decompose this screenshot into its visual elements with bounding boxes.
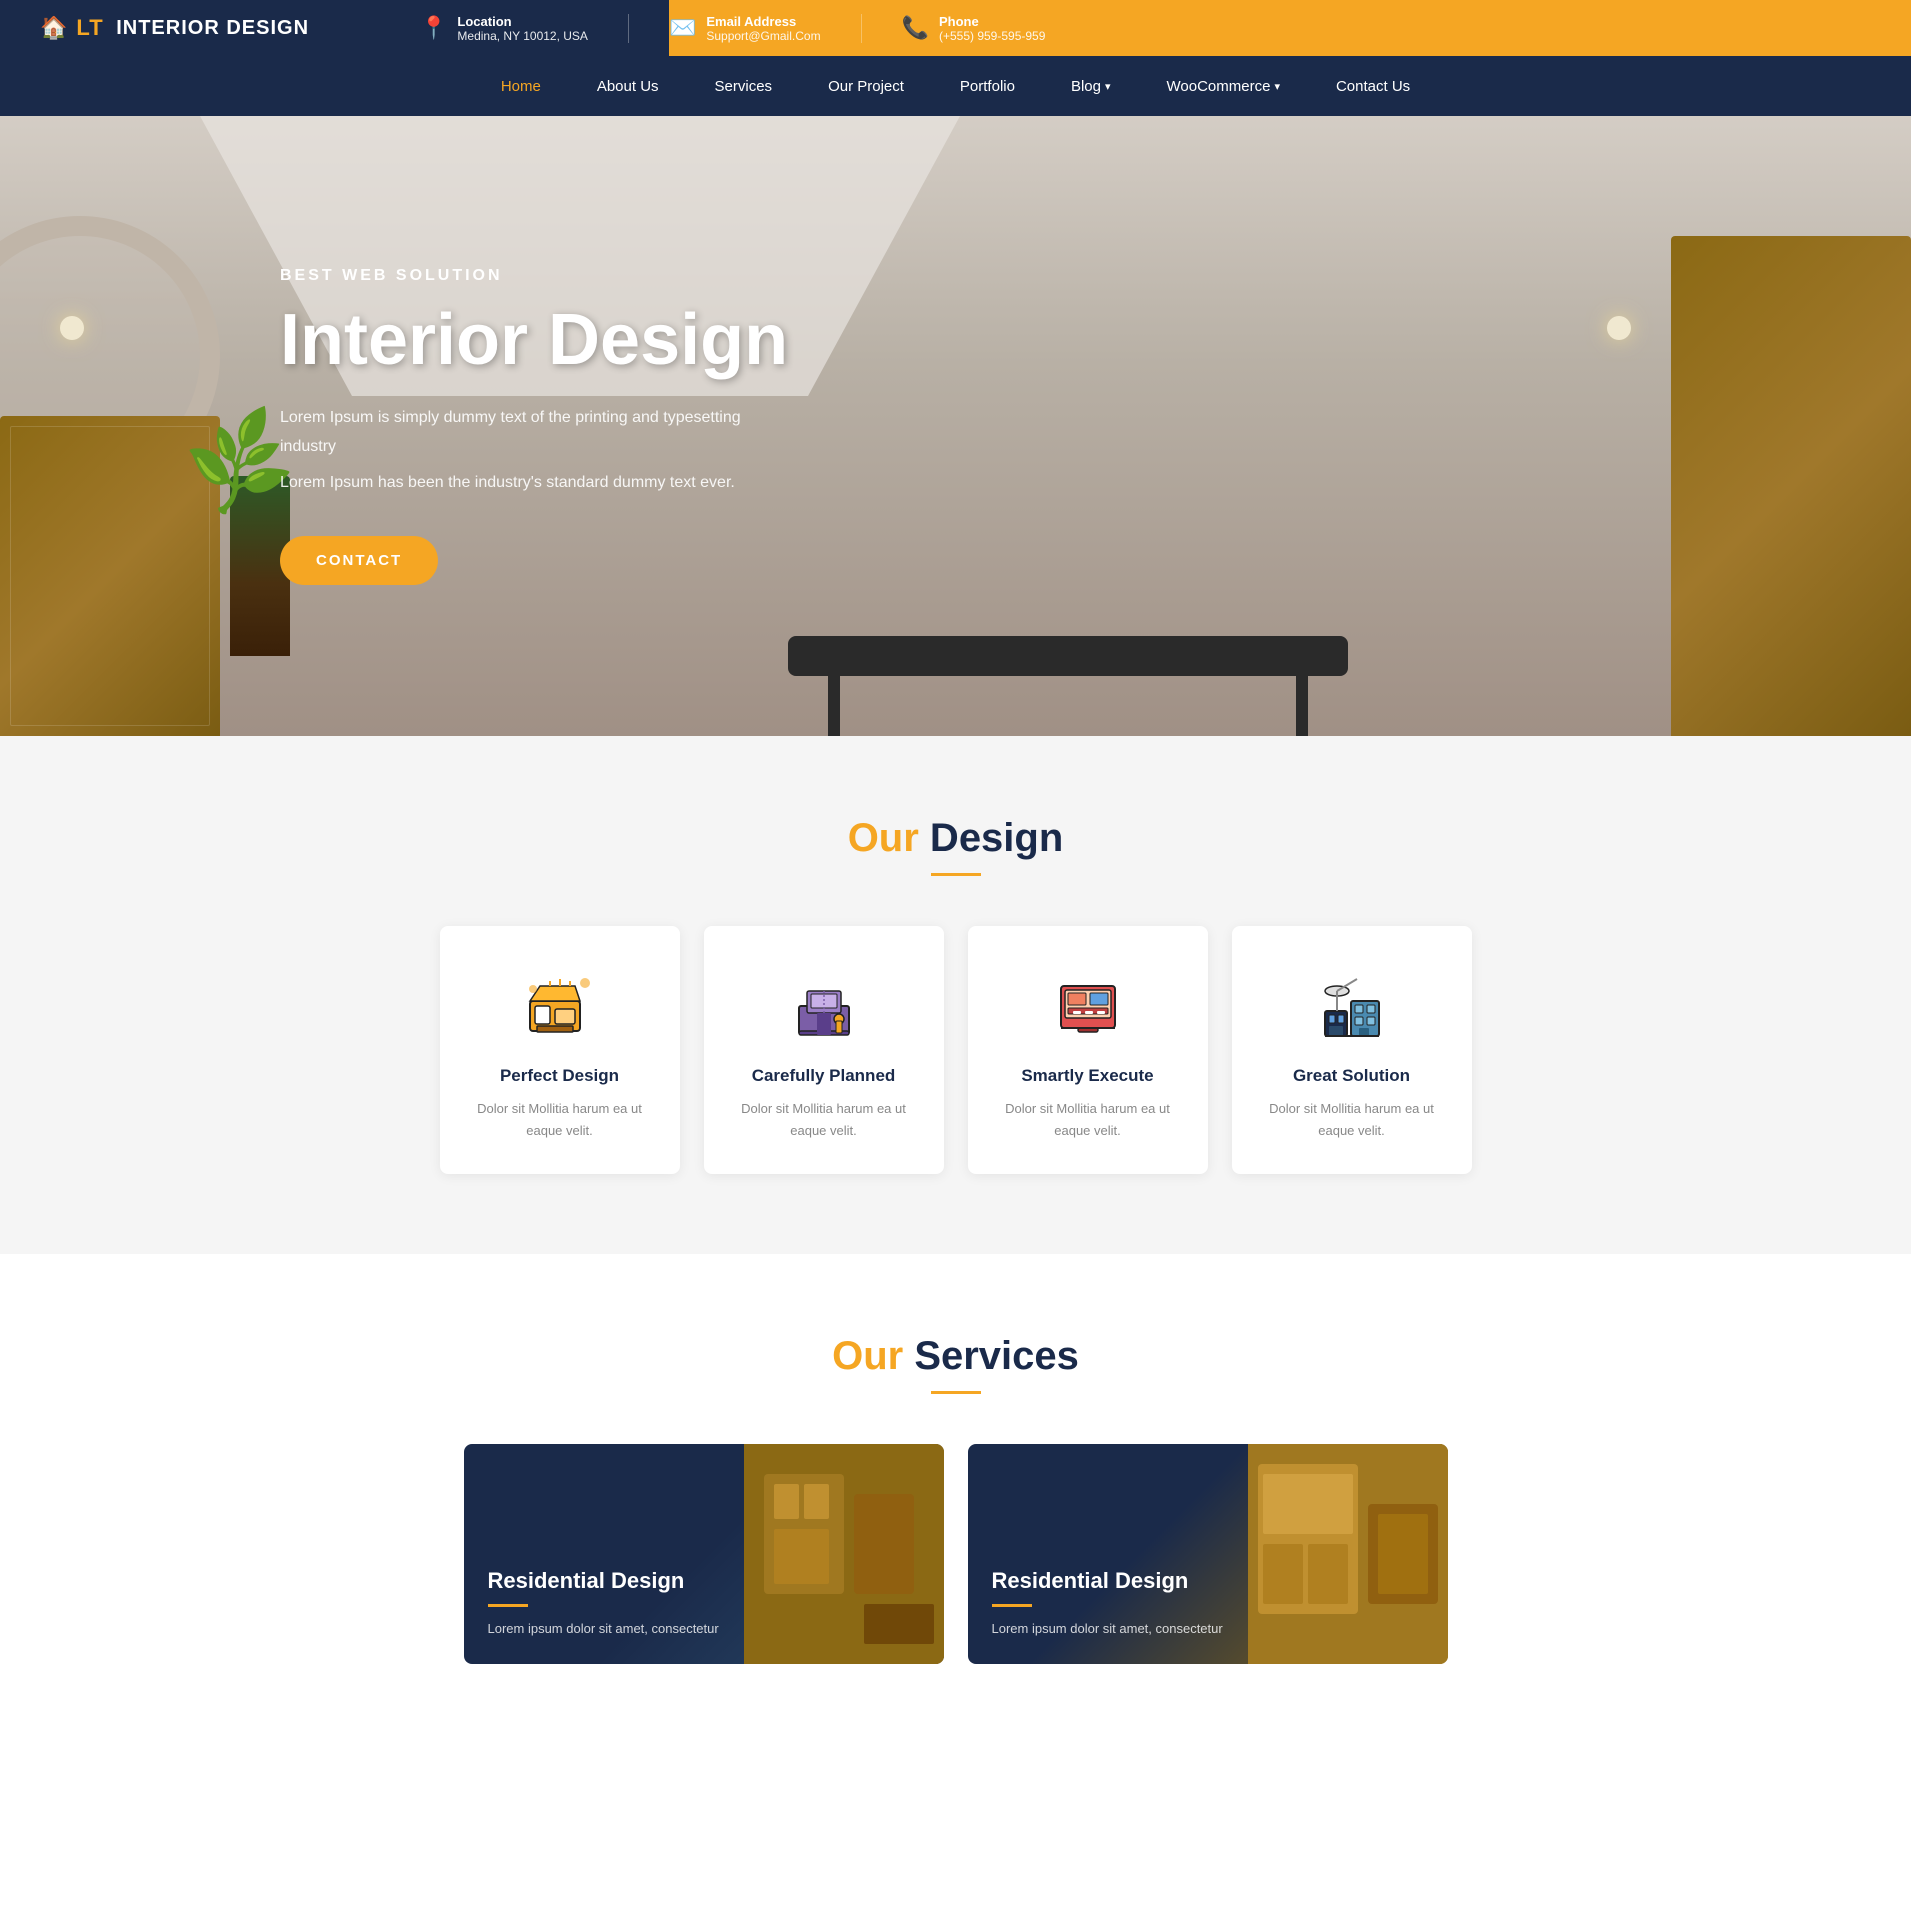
nav-about[interactable]: About Us: [569, 56, 687, 116]
service-card-2-image: [1248, 1444, 1448, 1664]
nav-portfolio-label: Portfolio: [960, 78, 1015, 95]
execute-design-desc: Dolor sit Mollitia harum ea ut eaque vel…: [992, 1098, 1184, 1142]
contact-button[interactable]: CONTACT: [280, 536, 438, 585]
phone-text: Phone (+555) 959-595-959: [939, 14, 1045, 43]
hero-table: [788, 636, 1348, 676]
hero-content: BEST WEB SOLUTION Interior Design Lorem …: [0, 267, 800, 586]
services-title-our: Our: [832, 1334, 903, 1378]
perfect-design-title: Perfect Design: [464, 1066, 656, 1086]
phone-label: Phone: [939, 14, 1045, 29]
brand-logo[interactable]: 🏠 LT INTERIOR DESIGN: [40, 15, 380, 41]
hero-cabinet-right: [1671, 236, 1911, 736]
hero-title: Interior Design: [280, 301, 800, 380]
location-value: Medina, NY 10012, USA: [457, 29, 588, 43]
phone-info: 📞 Phone (+555) 959-595-959: [862, 14, 1086, 43]
design-card-perfect: Perfect Design Dolor sit Mollitia harum …: [440, 926, 680, 1174]
brand-lt: LT: [76, 15, 103, 41]
service-card-2-content: Residential Design Lorem ipsum dolor sit…: [968, 1544, 1247, 1664]
service-card-1-content: Residential Design Lorem ipsum dolor sit…: [464, 1544, 743, 1664]
nav-about-label: About Us: [597, 78, 659, 95]
brand-name: INTERIOR DESIGN: [116, 17, 309, 40]
services-section-title: Our Services: [40, 1334, 1871, 1379]
nav-project[interactable]: Our Project: [800, 56, 932, 116]
location-info: 📍 Location Medina, NY 10012, USA: [380, 14, 629, 43]
service-card-2[interactable]: Residential Design Lorem ipsum dolor sit…: [968, 1444, 1448, 1664]
location-icon: 📍: [420, 15, 447, 41]
hero-desc1: Lorem Ipsum is simply dummy text of the …: [280, 404, 800, 462]
top-bar: 🏠 LT INTERIOR DESIGN 📍 Location Medina, …: [0, 0, 1911, 56]
services-title-main: Services: [903, 1334, 1079, 1378]
top-bar-info: 📍 Location Medina, NY 10012, USA ✉️ Emai…: [380, 14, 1871, 43]
woocommerce-chevron-icon: ▾: [1274, 80, 1280, 93]
design-cards-container: Perfect Design Dolor sit Mollitia harum …: [406, 926, 1506, 1174]
design-section: Our Design Perfect Design Dolor: [0, 736, 1911, 1254]
email-info: ✉️ Email Address Support@Gmail.Com: [629, 14, 862, 43]
solution-design-icon: [1312, 966, 1392, 1046]
nav-home-label: Home: [501, 78, 541, 95]
design-card-solution: Great Solution Dolor sit Mollitia harum …: [1232, 926, 1472, 1174]
blog-chevron-icon: ▾: [1105, 80, 1111, 93]
service-card-1-underline: [488, 1604, 528, 1607]
perfect-design-desc: Dolor sit Mollitia harum ea ut eaque vel…: [464, 1098, 656, 1142]
nav-blog[interactable]: Blog ▾: [1043, 56, 1139, 116]
email-icon: ✉️: [669, 15, 696, 41]
email-value: Support@Gmail.Com: [706, 29, 820, 43]
service-card-2-underline: [992, 1604, 1032, 1607]
perfect-design-icon: [520, 966, 600, 1046]
nav-portfolio[interactable]: Portfolio: [932, 56, 1043, 116]
design-card-planned: Carefully Planned Dolor sit Mollitia har…: [704, 926, 944, 1174]
services-divider: [931, 1391, 981, 1394]
nav-services-label: Services: [715, 78, 773, 95]
planned-design-icon: [784, 966, 864, 1046]
location-text: Location Medina, NY 10012, USA: [457, 14, 588, 43]
nav-home[interactable]: Home: [473, 56, 569, 116]
phone-value: (+555) 959-595-959: [939, 29, 1045, 43]
planned-design-desc: Dolor sit Mollitia harum ea ut eaque vel…: [728, 1098, 920, 1142]
brand-icon: 🏠: [40, 15, 68, 41]
execute-design-icon: [1048, 966, 1128, 1046]
service-card-1-image: [744, 1444, 944, 1664]
phone-icon: 📞: [902, 15, 929, 41]
service-card-2-desc: Lorem ipsum dolor sit amet, consectetur: [992, 1619, 1223, 1640]
navigation: Home About Us Services Our Project Portf…: [0, 56, 1911, 116]
email-label: Email Address: [706, 14, 820, 29]
nav-woocommerce-label: WooCommerce: [1167, 78, 1271, 95]
service-card-1[interactable]: Residential Design Lorem ipsum dolor sit…: [464, 1444, 944, 1664]
nav-contact-label: Contact Us: [1336, 78, 1410, 95]
design-card-execute: Smartly Execute Dolor sit Mollitia harum…: [968, 926, 1208, 1174]
hero-subtitle: BEST WEB SOLUTION: [280, 267, 800, 285]
design-title-our: Our: [848, 816, 919, 860]
nav-contact[interactable]: Contact Us: [1308, 56, 1438, 116]
service-card-1-title: Residential Design: [488, 1568, 719, 1594]
service-card-1-desc: Lorem ipsum dolor sit amet, consectetur: [488, 1619, 719, 1640]
location-label: Location: [457, 14, 588, 29]
services-section: Our Services Residential Design Lorem: [0, 1254, 1911, 1704]
service-cards-container: Residential Design Lorem ipsum dolor sit…: [406, 1444, 1506, 1664]
solution-design-desc: Dolor sit Mollitia harum ea ut eaque vel…: [1256, 1098, 1448, 1142]
nav-project-label: Our Project: [828, 78, 904, 95]
hero-lamp-right: [1607, 316, 1631, 340]
design-divider: [931, 873, 981, 876]
hero-desc2: Lorem Ipsum has been the industry's stan…: [280, 469, 800, 498]
nav-services[interactable]: Services: [687, 56, 801, 116]
email-text: Email Address Support@Gmail.Com: [706, 14, 820, 43]
design-section-title: Our Design: [40, 816, 1871, 861]
hero-section: BEST WEB SOLUTION Interior Design Lorem …: [0, 116, 1911, 736]
nav-woocommerce[interactable]: WooCommerce ▾: [1139, 56, 1308, 116]
service-card-2-title: Residential Design: [992, 1568, 1223, 1594]
planned-design-title: Carefully Planned: [728, 1066, 920, 1086]
nav-blog-label: Blog: [1071, 78, 1101, 95]
execute-design-title: Smartly Execute: [992, 1066, 1184, 1086]
design-title-main: Design: [919, 816, 1063, 860]
solution-design-title: Great Solution: [1256, 1066, 1448, 1086]
